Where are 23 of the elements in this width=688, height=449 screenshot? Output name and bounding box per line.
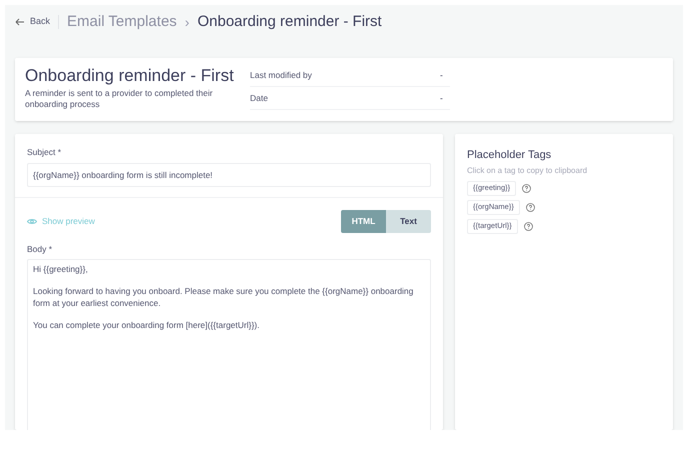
meta-value: - xyxy=(440,92,443,104)
meta-label: Date xyxy=(250,92,269,104)
meta-label: Last modified by xyxy=(250,68,313,82)
breadcrumb-separator: › xyxy=(184,12,190,32)
body-paragraph: You can complete your onboarding form [here]({{targetUrl}}). xyxy=(33,320,260,332)
template-description: A reminder is sent to a provider to completed their onboarding process xyxy=(25,88,214,110)
subject-field[interactable]: {{orgName}} onboarding form is still incomplete! xyxy=(27,162,431,187)
body-paragraph: Looking forward to having you onboard. Please make sure you complete the {{orgName}} onboarding form at your earliest convenience. xyxy=(33,286,414,309)
help-icon[interactable] xyxy=(526,202,535,212)
subject-label: Subject * xyxy=(27,146,62,159)
eye-icon xyxy=(27,218,37,225)
format-tab[interactable]: Text xyxy=(386,210,431,233)
placeholder-tags-title: Placeholder Tags xyxy=(467,148,552,163)
back-arrow-icon xyxy=(15,18,25,26)
template-title: Onboarding reminder - First xyxy=(25,66,235,86)
page-title: Onboarding reminder - First xyxy=(197,12,382,32)
back-button[interactable]: Back xyxy=(15,15,60,29)
placeholder-tags-hint: Click on a tag to copy to clipboard xyxy=(467,164,588,176)
body-label: Body * xyxy=(27,242,54,256)
body-paragraph: Hi {{greeting}}, xyxy=(33,264,89,275)
meta-value: - xyxy=(440,68,443,82)
help-icon[interactable] xyxy=(522,184,532,192)
help-icon[interactable] xyxy=(524,222,533,230)
